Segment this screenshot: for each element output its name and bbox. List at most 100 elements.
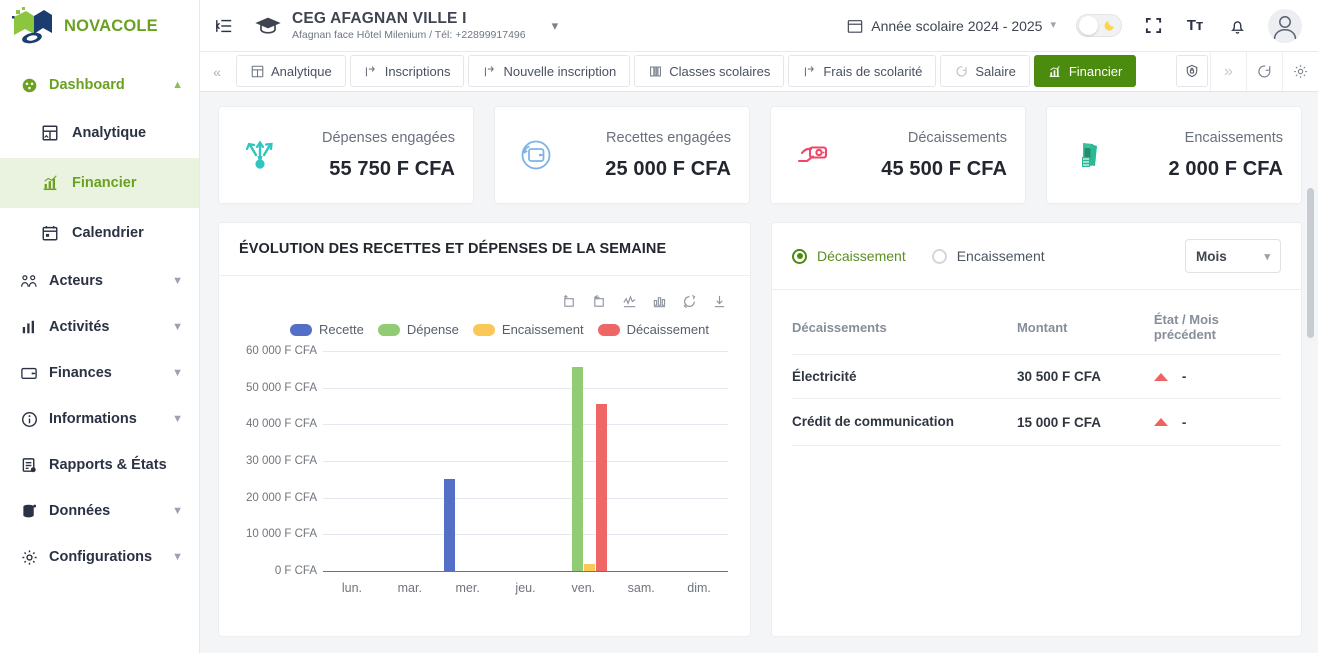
tab-analytique[interactable]: Analytique: [236, 55, 346, 87]
radio-encaissement[interactable]: Encaissement: [931, 248, 1045, 264]
panels: ÉVOLUTION DES RECETTES ET DÉPENSES DE LA…: [218, 222, 1302, 637]
sidebar-item-label: Rapports & États: [49, 457, 167, 473]
radio-decaissement[interactable]: Décaissement: [792, 248, 906, 264]
user-avatar-icon[interactable]: [1268, 8, 1302, 43]
tab-inscriptions[interactable]: Inscriptions: [349, 55, 465, 87]
sidebar-item-finances[interactable]: Finances ▼: [0, 350, 199, 396]
sidebar-item-calendrier[interactable]: Calendrier: [0, 208, 199, 258]
dark-mode-toggle[interactable]: [1076, 14, 1122, 37]
sidebar-item-label: Finances: [49, 365, 112, 381]
legend-item-decaissement[interactable]: Décaissement: [597, 322, 709, 337]
column-header-montant: Montant: [1016, 290, 1154, 355]
chart-x-tick-label: lun.: [341, 581, 362, 595]
chart-y-tick-label: 50 000 F CFA: [246, 381, 317, 394]
chart-gridline: [323, 461, 728, 462]
wallet-icon: [20, 364, 38, 382]
sidebar-item-rapports-etats[interactable]: Rapports & États: [0, 442, 199, 488]
tab-label: Frais de scolarité: [823, 63, 923, 79]
sidebar-item-donnees[interactable]: Données ▼: [0, 488, 199, 534]
period-select[interactable]: Mois ▾: [1185, 239, 1281, 273]
stat-card-encaissements: Encaissements 2 000 F CFA: [1046, 106, 1302, 204]
text-size-icon[interactable]: Tт: [1184, 15, 1206, 37]
legend-item-recette[interactable]: Recette: [290, 322, 364, 337]
restore-icon[interactable]: [680, 292, 698, 310]
download-icon[interactable]: [710, 292, 728, 310]
tab-classes-scolaires[interactable]: Classes scolaires: [634, 55, 785, 87]
chevron-down-icon: ▼: [172, 412, 183, 425]
graduation-cap-icon: [254, 12, 282, 40]
tab-financier[interactable]: Financier: [1033, 55, 1137, 87]
database-icon: [20, 502, 38, 520]
fullscreen-icon[interactable]: [1142, 15, 1164, 37]
row-state: -: [1153, 398, 1281, 447]
legend-label: Encaissement: [501, 322, 584, 337]
chart-bars-icon: [20, 318, 38, 336]
zoom-select-icon[interactable]: [560, 292, 578, 310]
school-selector[interactable]: CEG AFAGNAN VILLE I Afagnan face Hôtel M…: [254, 10, 558, 42]
stat-card-label: Décaissements: [907, 129, 1007, 146]
hand-money-icon: [785, 128, 839, 182]
lock-shield-icon[interactable]: [1176, 55, 1208, 87]
chevron-down-icon[interactable]: ▾: [552, 18, 559, 34]
transactions-table: Décaissements Montant État / Mois précéd…: [792, 290, 1281, 447]
row-name: Crédit de communication: [792, 398, 1017, 447]
school-year-selector[interactable]: Année scolaire 2024 - 2025 ▾: [847, 18, 1056, 34]
sidebar-item-informations[interactable]: Informations ▼: [0, 396, 199, 442]
chart-y-tick-label: 30 000 F CFA: [246, 455, 317, 467]
chart-bar[interactable]: [595, 404, 607, 571]
tab-nouvelle-inscription[interactable]: Nouvelle inscription: [468, 55, 631, 87]
content-area: Dépenses engagées 55 750 F CFA Recettes …: [200, 92, 1318, 653]
legend-swatch: [377, 323, 400, 336]
chart-gridline: [323, 534, 728, 536]
chart-x-tick-label: jeu.: [515, 581, 536, 595]
chart-bar[interactable]: [444, 479, 456, 571]
sidebar-collapse-icon[interactable]: [212, 14, 236, 38]
refresh-icon[interactable]: [1246, 52, 1282, 91]
stat-card-value: 2 000 F CFA: [1168, 157, 1283, 180]
sidebar-item-dashboard[interactable]: Dashboard ▲: [0, 62, 199, 108]
sidebar-item-financier[interactable]: Financier: [0, 158, 199, 208]
chart-x-tick-label: mer.: [455, 581, 480, 595]
sidebar-item-configurations[interactable]: Configurations ▼: [0, 534, 199, 580]
tab-label: Financier: [1068, 63, 1123, 79]
legend-item-encaissement[interactable]: Encaissement: [472, 322, 584, 337]
tab-salaire[interactable]: Salaire: [940, 55, 1030, 87]
line-chart-icon[interactable]: [620, 292, 638, 310]
chevron-down-icon: ▼: [172, 320, 183, 333]
period-select-value: Mois: [1196, 248, 1227, 264]
stat-card-decaissements: Décaissements 45 500 F CFA: [770, 106, 1026, 204]
page-scrollbar[interactable]: [1307, 188, 1314, 338]
bar-chart-icon: [1048, 64, 1062, 78]
table-row[interactable]: Électricité 30 500 F CFA -: [792, 354, 1281, 399]
row-state-value: -: [1181, 414, 1187, 430]
chart-bar[interactable]: [571, 366, 583, 571]
tabs-scroll-right[interactable]: »: [1210, 52, 1246, 91]
gear-icon[interactable]: [1282, 52, 1318, 91]
bell-icon[interactable]: [1226, 15, 1248, 37]
tab-label: Nouvelle inscription: [503, 63, 617, 79]
tabs-scroll-left[interactable]: «: [200, 52, 234, 91]
tab-label: Analytique: [271, 63, 332, 79]
row-name: Électricité: [792, 354, 1017, 399]
legend-item-depense[interactable]: Dépense: [377, 322, 459, 337]
table-row[interactable]: Crédit de communication 15 000 F CFA -: [792, 398, 1281, 447]
bar-chart-icon[interactable]: [650, 292, 668, 310]
brand[interactable]: NOVACOLE: [0, 0, 199, 52]
analytics-icon: [40, 123, 60, 143]
school-name: CEG AFAGNAN VILLE I: [292, 9, 467, 27]
tab-label: Classes scolaires: [669, 63, 771, 79]
school-subtitle: Afagnan face Hôtel Milenium / Tél: +2289…: [292, 29, 526, 42]
stat-card-label: Recettes engagées: [606, 129, 731, 146]
radio-button: [792, 248, 807, 264]
sidebar-item-activites[interactable]: Activités ▼: [0, 304, 199, 350]
tab-frais-de-scolarite[interactable]: Frais de scolarité: [788, 55, 937, 87]
chart-x-tick-label: mar.: [397, 581, 422, 595]
main-area: CEG AFAGNAN VILLE I Afagnan face Hôtel M…: [200, 0, 1318, 653]
chart-container: Recette Dépense Encaissement Décaissemen…: [219, 276, 750, 636]
sidebar-item-acteurs[interactable]: Acteurs ▼: [0, 258, 199, 304]
sidebar-item-analytique[interactable]: Analytique: [0, 108, 199, 158]
sidebar-item-label: Analytique: [72, 125, 147, 141]
chart-bar[interactable]: [583, 563, 595, 571]
zoom-reset-icon[interactable]: [590, 292, 608, 310]
enrollment-icon: [482, 64, 496, 78]
